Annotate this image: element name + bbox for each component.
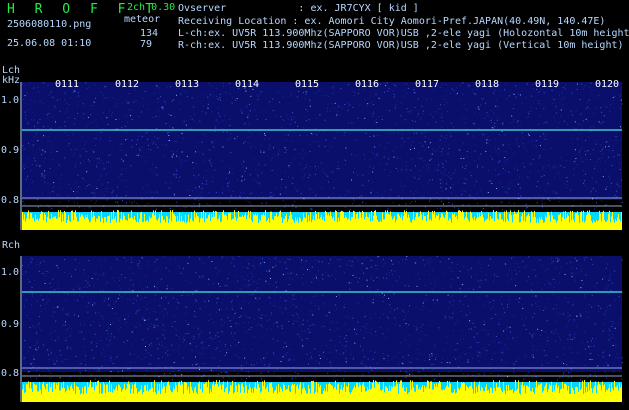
time-label: 0119: [535, 79, 560, 90]
time-label: 0117: [415, 79, 440, 90]
time-label: 0111: [55, 79, 80, 90]
lch-tick-1: 1.0: [1, 95, 20, 106]
rch-spectrogram: [20, 256, 623, 402]
rch-level-meter: [22, 380, 622, 402]
lch-label: Lch kHz: [2, 66, 20, 86]
rch-tick-1: 1.0: [1, 267, 20, 278]
time-label: 0114: [235, 79, 260, 90]
time-label: 0113: [175, 79, 200, 90]
time-label: 0120: [595, 79, 620, 90]
time-label: 0112: [115, 79, 140, 90]
time-label: 0115: [295, 79, 320, 90]
lch-level-meter: [22, 210, 622, 230]
time-label: 0118: [475, 79, 500, 90]
rch-tick-3: 0.8: [1, 368, 20, 379]
rch-tick-2: 0.9: [1, 319, 20, 330]
lch-unit-label: kHz: [2, 75, 21, 86]
spectrogram-canvas: [20, 82, 623, 402]
rch-background: [22, 256, 622, 372]
lch-tick-2: 0.9: [1, 145, 20, 156]
lch-spectrogram: [20, 82, 623, 230]
time-label: 0116: [355, 79, 380, 90]
lch-tick-3: 0.8: [1, 195, 20, 206]
rch-label: Rch: [2, 240, 21, 251]
